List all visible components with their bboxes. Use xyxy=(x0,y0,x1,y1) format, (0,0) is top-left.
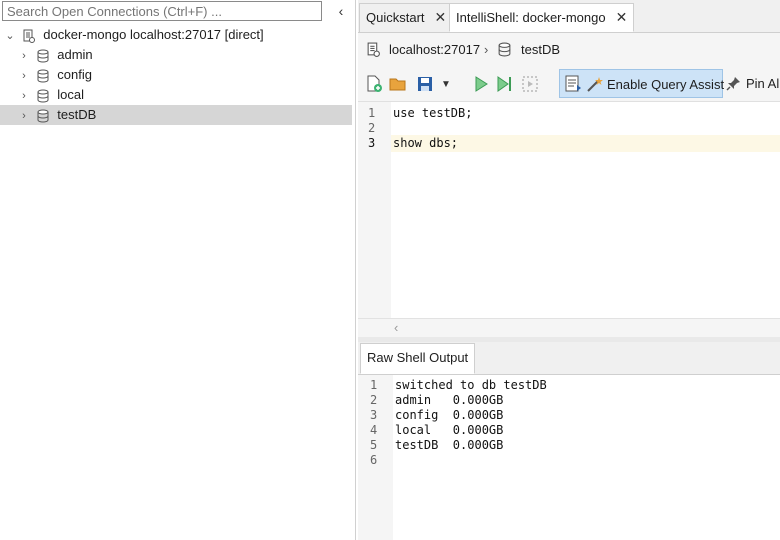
breadcrumb-database[interactable]: testDB xyxy=(521,42,560,57)
output-line: config 0.000GB xyxy=(395,408,504,422)
shell-toolbar: ▼ Enable Query Assist Pin All xyxy=(358,67,780,102)
scroll-left-icon[interactable]: ‹ xyxy=(394,320,398,335)
output-line: testDB 0.000GB xyxy=(395,438,504,452)
collapse-panel-icon[interactable]: ‹ xyxy=(332,2,350,20)
tab-label: IntelliShell: docker-mongo xyxy=(456,10,606,25)
database-icon xyxy=(37,69,49,83)
tab-raw-shell-output[interactable]: Raw Shell Output xyxy=(360,343,476,374)
editor-tab-bar: Quickstart ✕ IntelliShell: docker-mongo ✕ xyxy=(358,0,780,33)
output-line: admin 0.000GB xyxy=(395,393,504,407)
breadcrumb: localhost:27017 › testDB xyxy=(358,33,780,67)
chevron-right-icon[interactable]: › xyxy=(18,106,30,126)
tab-quickstart[interactable]: Quickstart ✕ xyxy=(359,3,454,32)
assist-label: Enable Query Assist xyxy=(607,77,725,92)
tree-item-admin[interactable]: › admin xyxy=(18,45,93,65)
chevron-down-icon[interactable]: ⌄ xyxy=(4,26,16,46)
connection-node[interactable]: ⌄ docker-mongo localhost:27017 [direct] xyxy=(4,25,264,45)
chevron-right-icon[interactable]: › xyxy=(18,66,30,86)
run-icon[interactable] xyxy=(471,73,491,95)
tree-item-label: local xyxy=(57,87,84,102)
output-line: switched to db testDB xyxy=(395,378,547,392)
run-statement-icon[interactable] xyxy=(495,73,515,95)
server-icon xyxy=(367,42,380,57)
output-tab-bar: Raw Shell Output xyxy=(358,342,780,375)
horizontal-scrollbar[interactable]: ‹ xyxy=(358,318,780,337)
save-dropdown-icon[interactable]: ▼ xyxy=(439,73,453,95)
line-number: 1 xyxy=(368,106,376,120)
tab-intellishell[interactable]: IntelliShell: docker-mongo ✕ xyxy=(449,3,635,32)
tree-item-config[interactable]: › config xyxy=(18,65,92,85)
save-icon[interactable] xyxy=(415,73,435,95)
line-number: 3 xyxy=(370,408,378,422)
tab-label: Raw Shell Output xyxy=(367,350,469,365)
chevron-right-icon[interactable]: › xyxy=(18,46,30,66)
script-editor[interactable]: 1 2 3 use testDB; show dbs; xyxy=(358,102,780,318)
tree-item-label: config xyxy=(57,67,92,82)
tab-label: Quickstart xyxy=(366,10,425,25)
close-icon[interactable]: ✕ xyxy=(616,9,628,25)
search-connections-input[interactable] xyxy=(2,1,322,21)
chevron-right-icon[interactable]: › xyxy=(18,86,30,106)
query-assist-panel-icon xyxy=(565,75,581,92)
new-script-icon[interactable] xyxy=(364,73,384,95)
line-number: 2 xyxy=(368,121,376,135)
line-number: 2 xyxy=(370,393,378,407)
tree-item-label: testDB xyxy=(57,107,97,122)
tree-item-testdb[interactable]: › testDB xyxy=(0,105,352,125)
main-panel: Quickstart ✕ IntelliShell: docker-mongo ✕ … xyxy=(358,0,780,540)
code-line[interactable]: show dbs; xyxy=(393,136,458,150)
shell-output[interactable]: 1 2 3 4 5 6 switched to db testDB admin … xyxy=(358,375,780,540)
database-icon xyxy=(37,49,49,63)
line-number: 4 xyxy=(370,423,378,437)
line-number: 3 xyxy=(368,136,376,150)
database-icon xyxy=(498,42,511,57)
connection-tree-panel: ‹ ⌄ docker-mongo localhost:27017 [direct… xyxy=(0,0,356,540)
close-icon[interactable]: ✕ xyxy=(435,9,447,25)
run-selection-icon[interactable] xyxy=(520,73,540,95)
pin-all-button[interactable]: Pin All xyxy=(746,76,780,91)
database-icon xyxy=(37,89,49,103)
code-line[interactable]: use testDB; xyxy=(393,106,472,120)
server-icon xyxy=(23,29,35,43)
connection-label: docker-mongo localhost:27017 [direct] xyxy=(43,27,264,42)
chevron-right-icon: › xyxy=(484,42,489,57)
magic-wand-icon xyxy=(587,77,603,92)
breadcrumb-host[interactable]: localhost:27017 xyxy=(389,42,480,57)
tree-item-local[interactable]: › local xyxy=(18,85,84,105)
line-number: 1 xyxy=(370,378,378,392)
database-icon xyxy=(37,109,49,123)
open-folder-icon[interactable] xyxy=(388,73,408,95)
output-line: local 0.000GB xyxy=(395,423,504,437)
pin-icon xyxy=(726,77,740,91)
line-number: 5 xyxy=(370,438,378,452)
line-number: 6 xyxy=(370,453,378,467)
tree-item-label: admin xyxy=(57,47,93,62)
enable-query-assist-button[interactable]: Enable Query Assist xyxy=(559,69,725,98)
